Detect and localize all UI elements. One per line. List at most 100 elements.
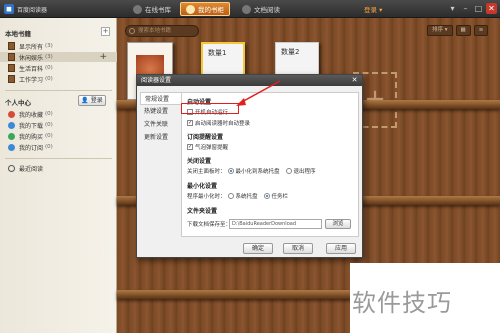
subscription-group-title: 订阅提醒设置 xyxy=(187,134,224,141)
settings-dialog: 阅读器设置 ✕ 常规设置 热键设置 文件关联 更新设置 启动设置 开机自动运行 … xyxy=(136,74,363,258)
subscription-icon xyxy=(8,143,15,151)
sidebar-item-leisure[interactable]: 休闲娱乐 (3) + xyxy=(0,52,117,62)
divider xyxy=(5,90,112,91)
sort-button[interactable]: 排序 ▾ xyxy=(427,25,453,36)
close-group-title: 关闭设置 xyxy=(187,158,212,165)
tab-document-reading[interactable]: 文档阅读 xyxy=(237,2,285,16)
app-title: 百度阅读器 xyxy=(17,7,48,14)
sidebar-item-downloads[interactable]: 我的下载 (0) xyxy=(0,120,117,130)
sidebar-item-label: 生活百科 xyxy=(19,65,44,73)
sidebar-item-label: 我的订阅 xyxy=(19,144,44,152)
tab-general-settings[interactable]: 常规设置 xyxy=(140,92,181,105)
sidebar-item-count: (3) xyxy=(45,43,53,49)
add-category-button[interactable]: + xyxy=(101,27,110,36)
watermark-text: 软件技巧 xyxy=(352,289,452,317)
sidebar-item-label: 最近阅读 xyxy=(19,165,44,173)
exit-program-radio[interactable] xyxy=(285,168,292,174)
tab-file-association[interactable]: 文件关联 xyxy=(140,118,181,131)
book-icon xyxy=(8,53,15,61)
sidebar-item-subscriptions[interactable]: 我的订阅 (0) xyxy=(0,142,117,152)
annotation-highlight-box xyxy=(181,103,239,114)
document-icon xyxy=(242,4,251,14)
system-tray-radio[interactable] xyxy=(227,193,234,199)
minimize-group-title: 最小化设置 xyxy=(187,183,218,190)
sidebar-item-favorites[interactable]: 我的收藏 (0) xyxy=(0,109,117,119)
sidebar-item-work[interactable]: 工作学习 (0) xyxy=(0,74,117,84)
annotation-arrow-icon xyxy=(236,80,281,106)
sidebar-item-count: (0) xyxy=(45,65,53,71)
book-icon xyxy=(8,42,15,50)
list-view-icon[interactable]: ≡ xyxy=(473,25,489,36)
sidebar-item-recent[interactable]: 最近阅读 xyxy=(0,163,117,173)
taskbar-radio[interactable] xyxy=(263,193,270,199)
globe-icon xyxy=(133,4,142,14)
download-path-prefix: 下载文档保存至： xyxy=(187,222,232,228)
sidebar-item-all[interactable]: 显示所有 (3) xyxy=(0,41,117,51)
dialog-nav: 常规设置 热键设置 文件关联 更新设置 xyxy=(140,92,181,144)
menu-dropdown-icon[interactable]: ▾ xyxy=(447,3,458,14)
tab-hotkey-settings[interactable]: 热键设置 xyxy=(140,105,181,118)
sidebar-item-purchases[interactable]: 我的购买 (0) xyxy=(0,131,117,141)
auto-login-checkbox[interactable]: ✓ xyxy=(187,120,193,126)
sidebar-item-count: (3) xyxy=(45,54,53,60)
maximize-button[interactable]: □ xyxy=(473,3,484,14)
browse-button[interactable]: 浏览 xyxy=(325,219,351,229)
tab-label: 我的书柜 xyxy=(198,6,224,14)
tab-label: 在线书库 xyxy=(145,6,171,14)
sidebar-item-label: 休闲娱乐 xyxy=(19,54,44,62)
system-tray-label: 系统托盘 xyxy=(235,194,258,200)
tab-update-settings[interactable]: 更新设置 xyxy=(140,131,181,144)
download-path-input[interactable]: D:\BaiduReaderDownload xyxy=(229,219,322,229)
login-dropdown[interactable]: 登录 ▾ xyxy=(364,4,382,14)
close-prefix: 关闭主面板时： xyxy=(187,169,226,175)
sidebar-item-count: (0) xyxy=(45,144,53,150)
book-title: 数量1 xyxy=(208,49,227,57)
grid-view-icon[interactable]: ▦ xyxy=(455,25,471,36)
dialog-title: 阅读器设置 xyxy=(141,77,172,84)
sidebar-item-count: (0) xyxy=(45,122,53,128)
sidebar-item-count: (0) xyxy=(45,76,53,82)
bubble-reminder-option[interactable]: ✓ 气泡弹窗提醒 xyxy=(187,143,228,151)
sidebar-item-count: (0) xyxy=(45,111,53,117)
favorites-icon xyxy=(8,110,15,118)
sidebar-item-label: 我的收藏 xyxy=(19,111,44,119)
minimize-prefix: 程序最小化时： xyxy=(187,194,226,200)
minimize-to-tray-radio[interactable] xyxy=(227,168,234,174)
bubble-reminder-checkbox[interactable]: ✓ xyxy=(187,144,193,150)
add-book-icon[interactable]: + xyxy=(99,52,107,62)
bubble-reminder-label: 气泡弹窗提醒 xyxy=(195,145,229,151)
sidebar-item-label: 我的购买 xyxy=(19,133,44,141)
book-title: 数量2 xyxy=(281,48,300,56)
search-placeholder: 搜索本地书籍 xyxy=(138,28,172,34)
cancel-button[interactable]: 取消 xyxy=(283,243,313,254)
download-path-label: 下载文档保存至： xyxy=(187,220,231,228)
cart-icon xyxy=(8,132,15,140)
local-books-title: 本地书籍 xyxy=(5,30,31,38)
folder-group-title: 文件夹设置 xyxy=(187,208,218,215)
ok-button[interactable]: 确定 xyxy=(243,243,273,254)
taskbar-label: 任务栏 xyxy=(271,194,289,200)
auto-login-label: 启动阅读器时自动登录 xyxy=(195,121,251,127)
book-icon xyxy=(8,64,15,72)
search-input[interactable]: 搜索本地书籍 xyxy=(125,25,199,37)
minimize-behavior-row: 程序最小化时： 系统托盘 任务栏 xyxy=(187,192,288,200)
apply-button[interactable]: 应用 xyxy=(326,243,356,254)
title-bar: ◼ 百度阅读器 在线书库 我的书柜 文档阅读 登录 ▾ ▾ – □ ✕ xyxy=(0,0,500,18)
auto-login-option[interactable]: ✓ 启动阅读器时自动登录 xyxy=(187,119,250,127)
tab-my-bookshelf[interactable]: 我的书柜 xyxy=(180,2,230,16)
sidebar: 本地书籍 + 显示所有 (3) 休闲娱乐 (3) + 生活百科 (0) 工作学习… xyxy=(0,18,117,333)
download-icon xyxy=(8,121,15,129)
book-icon xyxy=(8,75,15,83)
minimize-button[interactable]: – xyxy=(460,3,471,14)
close-icon[interactable]: ✕ xyxy=(350,76,359,85)
sidebar-item-life[interactable]: 生活百科 (0) xyxy=(0,63,117,73)
sidebar-item-label: 我的下载 xyxy=(19,122,44,130)
minimize-to-tray-label: 最小化到系统托盘 xyxy=(235,169,280,175)
sidebar-login-button[interactable]: 👤 登录 xyxy=(78,95,106,106)
clock-icon xyxy=(8,164,15,172)
close-window-button[interactable]: ✕ xyxy=(486,3,497,14)
tab-label: 文档阅读 xyxy=(254,6,280,14)
sidebar-item-label: 显示所有 xyxy=(19,43,44,51)
user-center-title: 个人中心 xyxy=(5,99,31,107)
tab-online-library[interactable]: 在线书库 xyxy=(128,2,176,16)
